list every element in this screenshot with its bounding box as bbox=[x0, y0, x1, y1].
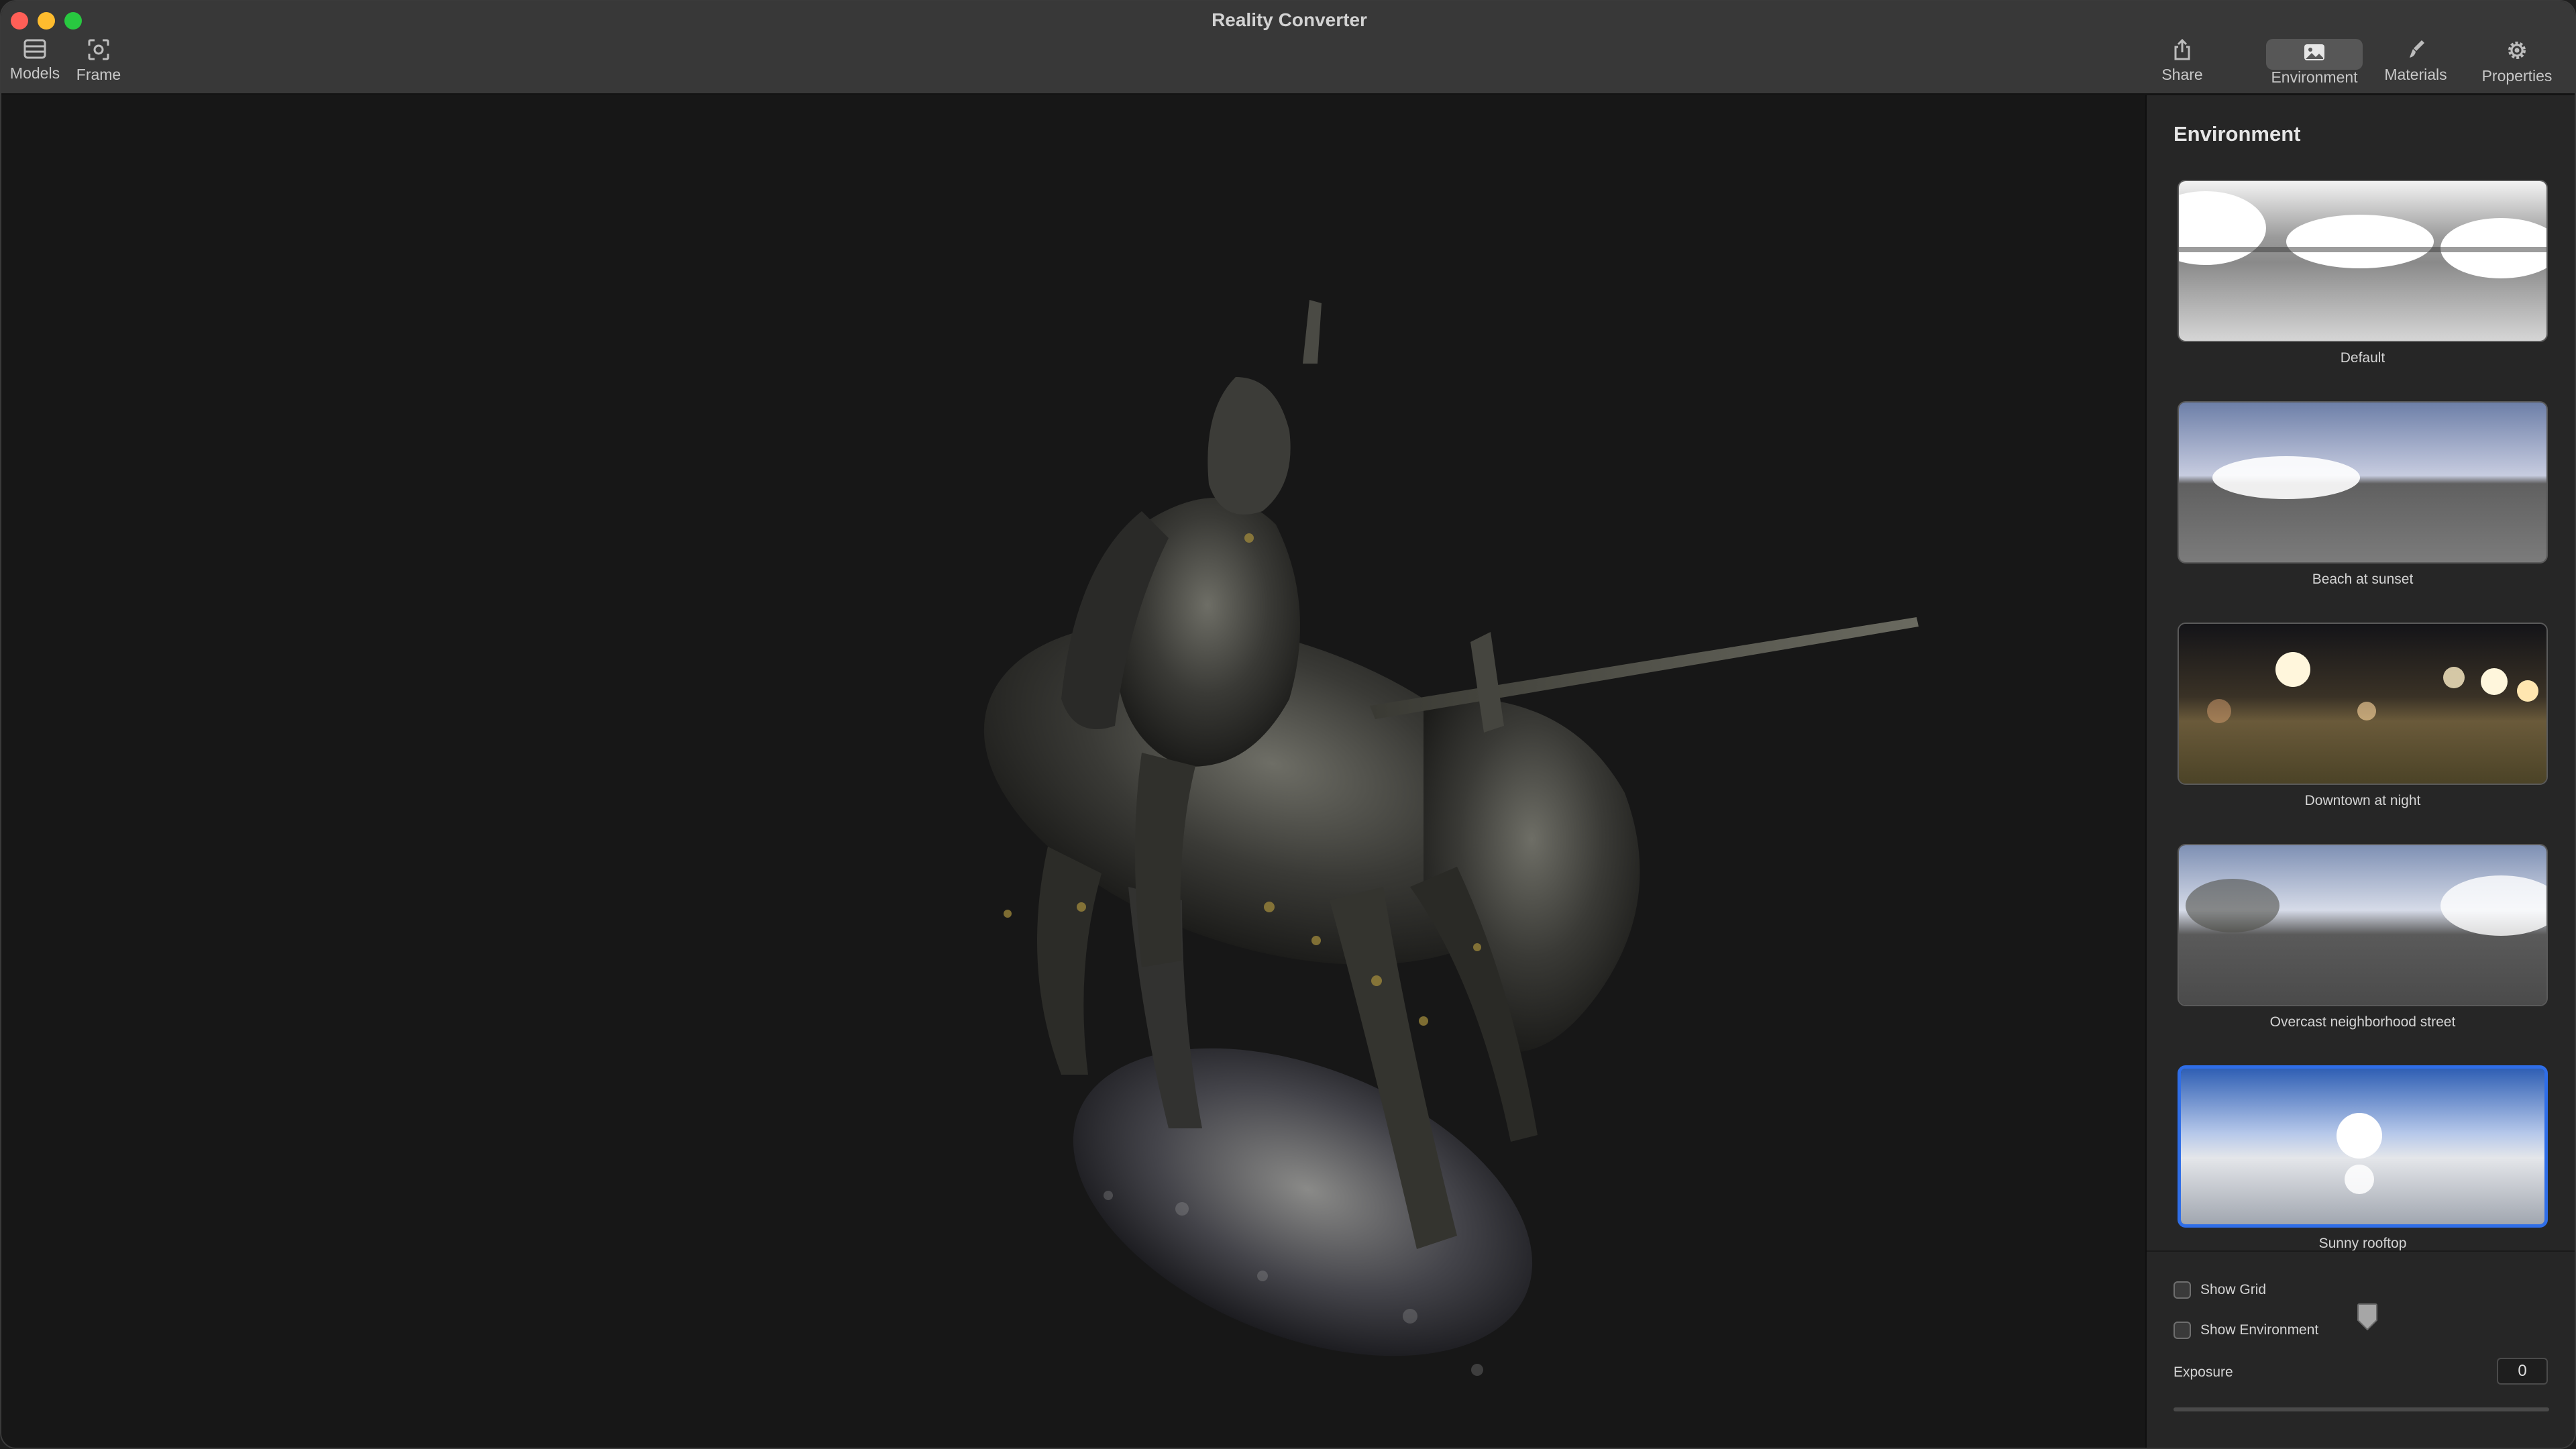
environment-tab-button[interactable]: Environment bbox=[2262, 39, 2367, 87]
show-grid-checkbox[interactable] bbox=[2174, 1281, 2191, 1299]
show-grid-label: Show Grid bbox=[2200, 1282, 2267, 1297]
show-environment-checkbox[interactable] bbox=[2174, 1322, 2191, 1339]
photo-icon bbox=[2304, 44, 2324, 60]
environment-thumbnail[interactable] bbox=[2178, 623, 2548, 785]
3d-viewport[interactable] bbox=[1, 95, 2145, 1449]
properties-button[interactable]: Properties bbox=[2470, 39, 2564, 85]
frame-button[interactable]: Frame bbox=[71, 39, 126, 84]
exposure-slider-track[interactable] bbox=[2174, 1407, 2549, 1411]
share-button[interactable]: Share bbox=[2153, 39, 2211, 84]
environment-label-sunny-rooftop: Sunny rooftop bbox=[2318, 1236, 2407, 1251]
show-environment-row[interactable]: Show Environment bbox=[2174, 1322, 2318, 1339]
environment-inspector: Environment Default Beach at sunset Down… bbox=[2145, 95, 2575, 1448]
share-label: Share bbox=[2161, 66, 2203, 83]
gear-icon bbox=[2508, 42, 2526, 59]
environment-option-default[interactable]: Default bbox=[2178, 180, 2548, 366]
materials-label: Materials bbox=[2384, 66, 2447, 83]
exposure-label: Exposure bbox=[2174, 1364, 2233, 1380]
environment-option-overcast[interactable]: Overcast neighborhood street bbox=[2178, 844, 2548, 1030]
share-icon bbox=[2174, 39, 2190, 60]
toolbar: Reality Converter Models Frame Share Env… bbox=[1, 1, 2575, 95]
environment-thumbnail[interactable] bbox=[2178, 401, 2548, 564]
window-title: Reality Converter bbox=[1212, 9, 1367, 30]
beach-environment-preview bbox=[2179, 402, 2546, 562]
show-environment-label: Show Environment bbox=[2200, 1322, 2319, 1338]
show-grid-row[interactable]: Show Grid bbox=[2174, 1281, 2266, 1299]
panel-divider bbox=[2147, 1250, 2575, 1252]
environment-label-downtown: Downtown at night bbox=[2304, 793, 2421, 808]
models-label: Models bbox=[9, 64, 60, 82]
environment-option-downtown[interactable]: Downtown at night bbox=[2178, 623, 2548, 809]
app-window: Reality Converter Models Frame Share Env… bbox=[0, 0, 2576, 1449]
environment-label-beach: Beach at sunset bbox=[2312, 572, 2414, 587]
exposure-value-field[interactable]: 0 bbox=[2497, 1358, 2548, 1385]
knight-statue-model[interactable] bbox=[1, 95, 2145, 1449]
environment-thumbnail[interactable] bbox=[2178, 844, 2548, 1006]
inspector-title: Environment bbox=[2174, 122, 2301, 146]
environment-label-default: Default bbox=[2340, 350, 2385, 366]
paintbrush-icon bbox=[2410, 40, 2424, 58]
exposure-slider-thumb[interactable] bbox=[2356, 1303, 2379, 1332]
frame-label: Frame bbox=[76, 66, 121, 83]
frame-focus-icon bbox=[88, 39, 109, 60]
environment-option-beach[interactable]: Beach at sunset bbox=[2178, 401, 2548, 588]
environment-option-sunny-rooftop[interactable]: Sunny rooftop bbox=[2178, 1065, 2548, 1252]
properties-label: Properties bbox=[2481, 67, 2553, 85]
default-environment-preview bbox=[2179, 181, 2546, 341]
materials-button[interactable]: Materials bbox=[2375, 39, 2457, 84]
models-button[interactable]: Models bbox=[7, 39, 63, 83]
environment-label-overcast: Overcast neighborhood street bbox=[2269, 1014, 2456, 1030]
sidebar-list-icon bbox=[23, 39, 46, 59]
environment-thumbnail-selected[interactable] bbox=[2178, 1065, 2548, 1228]
environment-thumbnail[interactable] bbox=[2178, 180, 2548, 342]
downtown-environment-preview bbox=[2179, 624, 2546, 784]
environment-label: Environment bbox=[2271, 68, 2358, 86]
overcast-environment-preview bbox=[2179, 845, 2546, 1005]
sunny-rooftop-environment-preview bbox=[2181, 1069, 2544, 1224]
